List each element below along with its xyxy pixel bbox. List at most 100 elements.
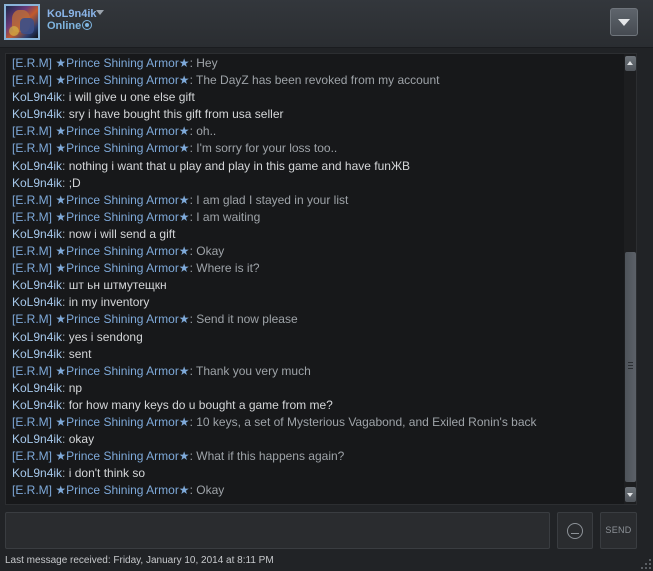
user-avatar[interactable] <box>4 4 40 40</box>
message-text: Where is it? <box>196 261 260 276</box>
message-separator: : <box>62 329 69 344</box>
message-input[interactable] <box>5 512 550 549</box>
chat-message: KoL9n4ik: sent <box>12 346 622 363</box>
emoticon-icon <box>567 523 583 539</box>
message-separator: : <box>62 278 69 293</box>
message-list: [E.R.M] ★Prince Shining Armor★: Hey [E.R.… <box>12 55 622 499</box>
chat-message: [E.R.M] ★Prince Shining Armor★: What if … <box>12 448 622 465</box>
message-sender[interactable]: KoL9n4ik <box>12 176 62 190</box>
message-sender[interactable]: [E.R.M] ★Prince Shining Armor★ <box>12 244 190 258</box>
message-sender[interactable]: KoL9n4ik <box>12 107 62 121</box>
message-sender[interactable]: [E.R.M] ★Prince Shining Armor★ <box>12 364 190 378</box>
user-name[interactable]: KoL9n4ik <box>47 8 97 20</box>
message-sender[interactable]: [E.R.M] ★Prince Shining Armor★ <box>12 124 190 138</box>
message-text: 10 keys, a set of Mysterious Vagabond, a… <box>196 414 537 429</box>
chat-message: KoL9n4ik: yes i sendong <box>12 329 622 346</box>
chat-message: KoL9n4ik: np <box>12 380 622 397</box>
chat-message: [E.R.M] ★Prince Shining Armor★: The DayZ… <box>12 72 622 89</box>
avatar-art <box>9 26 19 36</box>
chat-message: [E.R.M] ★Prince Shining Armor★: I am gla… <box>12 192 622 209</box>
message-sender[interactable]: [E.R.M] ★Prince Shining Armor★ <box>12 261 190 275</box>
message-separator: : <box>62 175 69 190</box>
chat-message: [E.R.M] ★Prince Shining Armor★: 10 keys,… <box>12 414 622 431</box>
message-text: I am glad I stayed in your list <box>196 192 349 207</box>
message-separator: : <box>62 107 69 122</box>
chevron-down-icon <box>618 19 630 26</box>
avatar-art <box>20 18 34 34</box>
message-separator: : <box>62 397 69 412</box>
message-text: ;D <box>68 175 81 190</box>
send-button[interactable]: SEND <box>600 512 637 549</box>
message-text: okay <box>68 432 95 447</box>
chat-message: KoL9n4ik: ;D <box>12 175 622 192</box>
scroll-thumb[interactable] <box>625 252 636 482</box>
message-sender[interactable]: KoL9n4ik <box>12 159 62 173</box>
message-sender[interactable]: [E.R.M] ★Prince Shining Armor★ <box>12 56 190 70</box>
message-sender[interactable]: KoL9n4ik <box>12 295 62 309</box>
message-sender[interactable]: KoL9n4ik <box>12 227 62 241</box>
message-text: in my inventory <box>68 295 150 310</box>
message-sender[interactable]: [E.R.M] ★Prince Shining Armor★ <box>12 210 190 224</box>
message-sender[interactable]: [E.R.M] ★Prince Shining Armor★ <box>12 193 190 207</box>
chat-message: KoL9n4ik: now i will send a gift <box>12 226 622 243</box>
message-text: yes i sendong <box>68 329 143 344</box>
message-separator: : <box>62 295 69 310</box>
chat-message: KoL9n4ik: in my inventory <box>12 294 622 311</box>
message-text: What if this happens again? <box>196 449 345 464</box>
message-sender[interactable]: KoL9n4ik <box>12 466 62 480</box>
message-sender[interactable]: [E.R.M] ★Prince Shining Armor★ <box>12 141 190 155</box>
chat-menu-button[interactable] <box>610 8 638 36</box>
message-separator: : <box>62 158 69 173</box>
arrow-down-icon <box>627 493 633 497</box>
message-text: Okay <box>196 244 225 259</box>
chat-message: [E.R.M] ★Prince Shining Armor★: Hey <box>12 55 622 72</box>
emoticon-button[interactable] <box>557 512 593 549</box>
chat-scrollbar[interactable] <box>624 54 636 504</box>
scroll-down-button[interactable] <box>625 487 636 502</box>
message-text: sry i have bought this gift from usa sel… <box>68 107 284 122</box>
message-sender[interactable]: KoL9n4ik <box>12 90 62 104</box>
message-sender[interactable]: KoL9n4ik <box>12 330 62 344</box>
message-separator: : <box>62 226 69 241</box>
message-sender[interactable]: KoL9n4ik <box>12 347 62 361</box>
message-sender[interactable]: KoL9n4ik <box>12 398 62 412</box>
message-text: i will give u one else gift <box>68 90 195 105</box>
chat-message: KoL9n4ik: nothing i want that u play and… <box>12 158 622 175</box>
message-sender[interactable]: [E.R.M] ★Prince Shining Armor★ <box>12 73 190 87</box>
message-text: for how many keys do u bought a game fro… <box>68 397 333 412</box>
message-text: nothing i want that u play and play in t… <box>68 158 411 173</box>
message-text: Okay <box>196 483 225 498</box>
message-text: Thank you very much <box>196 363 311 378</box>
chat-message: KoL9n4ik: i don't think so <box>12 465 622 482</box>
message-sender[interactable]: KoL9n4ik <box>12 278 62 292</box>
resize-grip-icon[interactable] <box>641 559 651 569</box>
grip-icon <box>628 362 633 369</box>
scroll-up-button[interactable] <box>625 56 636 71</box>
chat-message: [E.R.M] ★Prince Shining Armor★: Send it … <box>12 311 622 328</box>
message-separator: : <box>62 380 69 395</box>
chat-log: [E.R.M] ★Prince Shining Armor★: Hey [E.R.… <box>5 53 637 505</box>
message-text: oh.. <box>196 124 217 139</box>
message-text: Hey <box>196 56 218 70</box>
message-text: шт ьн штмутещкн <box>68 278 167 293</box>
message-text: i don't think so <box>68 466 146 481</box>
message-separator: : <box>62 90 69 105</box>
message-separator: : <box>62 346 69 361</box>
message-text: sent <box>68 346 92 361</box>
message-separator: : <box>62 466 69 481</box>
message-sender[interactable]: [E.R.M] ★Prince Shining Armor★ <box>12 483 190 497</box>
message-sender[interactable]: [E.R.M] ★Prince Shining Armor★ <box>12 312 190 326</box>
message-sender[interactable]: KoL9n4ik <box>12 381 62 395</box>
message-text: np <box>68 380 83 395</box>
message-text: Send it now please <box>196 312 298 327</box>
message-sender[interactable]: [E.R.M] ★Prince Shining Armor★ <box>12 415 190 429</box>
message-sender[interactable]: [E.R.M] ★Prince Shining Armor★ <box>12 449 190 463</box>
chat-message: KoL9n4ik: for how many keys do u bought … <box>12 397 622 414</box>
message-text: The DayZ has been revoked from my accoun… <box>196 73 440 88</box>
status-dropdown-caret-icon[interactable] <box>96 10 104 15</box>
chat-message: KoL9n4ik: okay <box>12 431 622 448</box>
chat-message: KoL9n4ik: шт ьн штмутещкн <box>12 277 622 294</box>
message-text: now i will send a gift <box>68 226 176 241</box>
message-sender[interactable]: KoL9n4ik <box>12 432 62 446</box>
chat-message: [E.R.M] ★Prince Shining Armor★: Okay <box>12 243 622 260</box>
